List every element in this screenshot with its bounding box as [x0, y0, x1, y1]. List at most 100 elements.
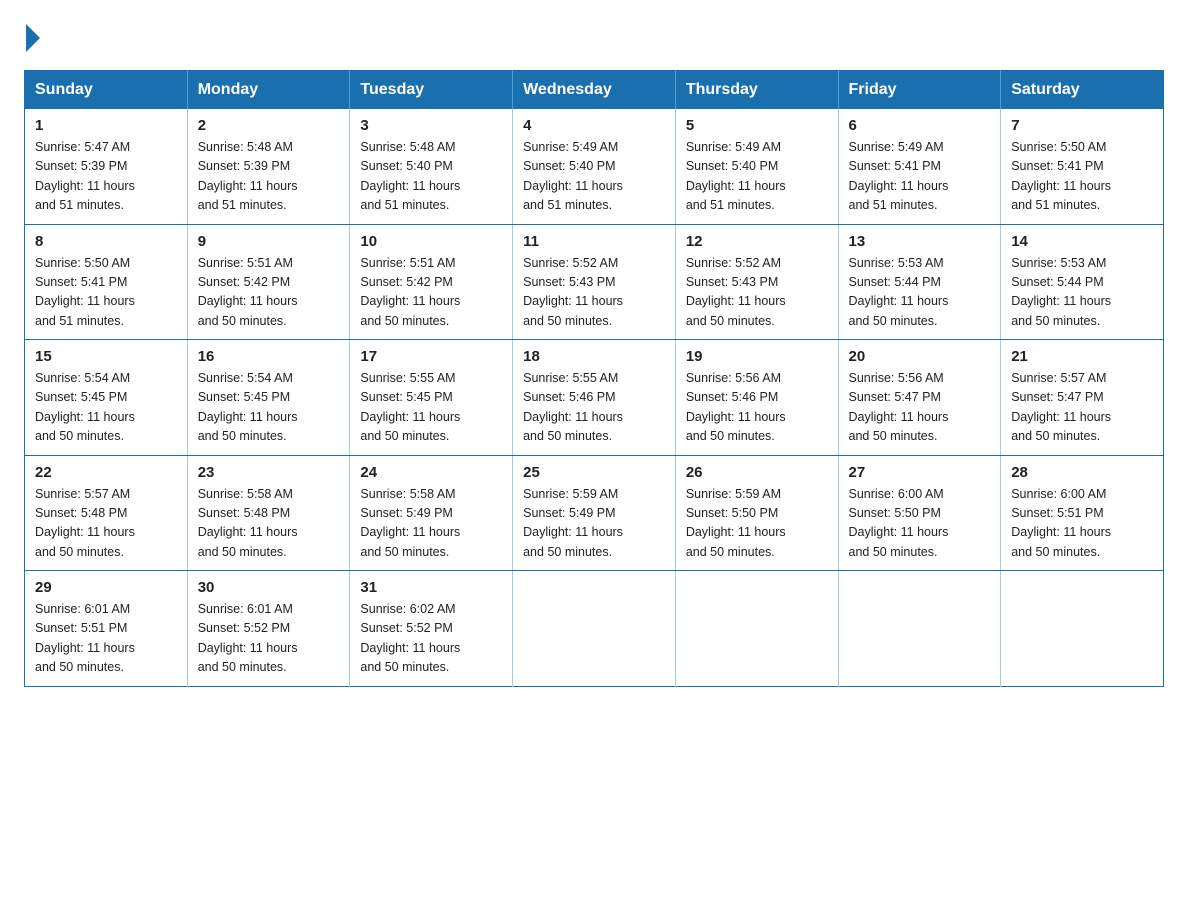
calendar-day-cell: 1 Sunrise: 5:47 AMSunset: 5:39 PMDayligh…	[25, 109, 188, 224]
day-number: 26	[686, 464, 828, 481]
day-number: 10	[360, 233, 502, 250]
day-number: 13	[849, 233, 991, 250]
day-info: Sunrise: 5:54 AMSunset: 5:45 PMDaylight:…	[198, 371, 298, 443]
calendar-header-saturday: Saturday	[1001, 71, 1164, 110]
calendar-day-cell: 26 Sunrise: 5:59 AMSunset: 5:50 PMDaylig…	[675, 455, 838, 571]
calendar-day-cell: 31 Sunrise: 6:02 AMSunset: 5:52 PMDaylig…	[350, 571, 513, 687]
day-number: 4	[523, 117, 665, 134]
day-number: 2	[198, 117, 340, 134]
calendar-week-row: 8 Sunrise: 5:50 AMSunset: 5:41 PMDayligh…	[25, 224, 1164, 340]
calendar-day-cell: 14 Sunrise: 5:53 AMSunset: 5:44 PMDaylig…	[1001, 224, 1164, 340]
calendar-day-cell: 21 Sunrise: 5:57 AMSunset: 5:47 PMDaylig…	[1001, 340, 1164, 456]
calendar-day-cell: 6 Sunrise: 5:49 AMSunset: 5:41 PMDayligh…	[838, 109, 1001, 224]
day-info: Sunrise: 5:52 AMSunset: 5:43 PMDaylight:…	[523, 256, 623, 328]
calendar-empty-cell	[513, 571, 676, 687]
day-number: 29	[35, 579, 177, 596]
day-number: 6	[849, 117, 991, 134]
day-info: Sunrise: 5:56 AMSunset: 5:46 PMDaylight:…	[686, 371, 786, 443]
calendar-empty-cell	[838, 571, 1001, 687]
day-number: 14	[1011, 233, 1153, 250]
calendar-day-cell: 30 Sunrise: 6:01 AMSunset: 5:52 PMDaylig…	[187, 571, 350, 687]
calendar-empty-cell	[675, 571, 838, 687]
day-info: Sunrise: 5:58 AMSunset: 5:48 PMDaylight:…	[198, 487, 298, 559]
calendar-day-cell: 29 Sunrise: 6:01 AMSunset: 5:51 PMDaylig…	[25, 571, 188, 687]
day-number: 22	[35, 464, 177, 481]
day-number: 8	[35, 233, 177, 250]
calendar-day-cell: 16 Sunrise: 5:54 AMSunset: 5:45 PMDaylig…	[187, 340, 350, 456]
calendar-header-monday: Monday	[187, 71, 350, 110]
calendar-week-row: 29 Sunrise: 6:01 AMSunset: 5:51 PMDaylig…	[25, 571, 1164, 687]
day-info: Sunrise: 5:47 AMSunset: 5:39 PMDaylight:…	[35, 140, 135, 212]
day-number: 11	[523, 233, 665, 250]
day-number: 18	[523, 348, 665, 365]
calendar-week-row: 15 Sunrise: 5:54 AMSunset: 5:45 PMDaylig…	[25, 340, 1164, 456]
calendar-header-sunday: Sunday	[25, 71, 188, 110]
day-info: Sunrise: 5:50 AMSunset: 5:41 PMDaylight:…	[1011, 140, 1111, 212]
day-number: 17	[360, 348, 502, 365]
calendar-day-cell: 10 Sunrise: 5:51 AMSunset: 5:42 PMDaylig…	[350, 224, 513, 340]
calendar-header-friday: Friday	[838, 71, 1001, 110]
calendar-day-cell: 27 Sunrise: 6:00 AMSunset: 5:50 PMDaylig…	[838, 455, 1001, 571]
day-info: Sunrise: 5:48 AMSunset: 5:39 PMDaylight:…	[198, 140, 298, 212]
day-number: 1	[35, 117, 177, 134]
calendar-day-cell: 17 Sunrise: 5:55 AMSunset: 5:45 PMDaylig…	[350, 340, 513, 456]
day-info: Sunrise: 6:00 AMSunset: 5:50 PMDaylight:…	[849, 487, 949, 559]
day-info: Sunrise: 5:51 AMSunset: 5:42 PMDaylight:…	[198, 256, 298, 328]
calendar-day-cell: 13 Sunrise: 5:53 AMSunset: 5:44 PMDaylig…	[838, 224, 1001, 340]
day-number: 23	[198, 464, 340, 481]
calendar-day-cell: 7 Sunrise: 5:50 AMSunset: 5:41 PMDayligh…	[1001, 109, 1164, 224]
day-info: Sunrise: 5:55 AMSunset: 5:45 PMDaylight:…	[360, 371, 460, 443]
day-info: Sunrise: 5:53 AMSunset: 5:44 PMDaylight:…	[1011, 256, 1111, 328]
calendar-header-thursday: Thursday	[675, 71, 838, 110]
day-info: Sunrise: 5:58 AMSunset: 5:49 PMDaylight:…	[360, 487, 460, 559]
calendar-day-cell: 11 Sunrise: 5:52 AMSunset: 5:43 PMDaylig…	[513, 224, 676, 340]
day-info: Sunrise: 5:48 AMSunset: 5:40 PMDaylight:…	[360, 140, 460, 212]
day-info: Sunrise: 5:53 AMSunset: 5:44 PMDaylight:…	[849, 256, 949, 328]
day-number: 27	[849, 464, 991, 481]
calendar-day-cell: 19 Sunrise: 5:56 AMSunset: 5:46 PMDaylig…	[675, 340, 838, 456]
day-info: Sunrise: 6:00 AMSunset: 5:51 PMDaylight:…	[1011, 487, 1111, 559]
day-info: Sunrise: 5:55 AMSunset: 5:46 PMDaylight:…	[523, 371, 623, 443]
day-number: 16	[198, 348, 340, 365]
calendar-day-cell: 20 Sunrise: 5:56 AMSunset: 5:47 PMDaylig…	[838, 340, 1001, 456]
day-info: Sunrise: 5:49 AMSunset: 5:40 PMDaylight:…	[523, 140, 623, 212]
calendar-day-cell: 23 Sunrise: 5:58 AMSunset: 5:48 PMDaylig…	[187, 455, 350, 571]
logo	[24, 24, 42, 52]
day-number: 25	[523, 464, 665, 481]
day-number: 9	[198, 233, 340, 250]
day-info: Sunrise: 5:54 AMSunset: 5:45 PMDaylight:…	[35, 371, 135, 443]
day-number: 5	[686, 117, 828, 134]
calendar-day-cell: 9 Sunrise: 5:51 AMSunset: 5:42 PMDayligh…	[187, 224, 350, 340]
calendar-day-cell: 3 Sunrise: 5:48 AMSunset: 5:40 PMDayligh…	[350, 109, 513, 224]
day-number: 30	[198, 579, 340, 596]
calendar-day-cell: 4 Sunrise: 5:49 AMSunset: 5:40 PMDayligh…	[513, 109, 676, 224]
calendar-day-cell: 2 Sunrise: 5:48 AMSunset: 5:39 PMDayligh…	[187, 109, 350, 224]
logo-triangle-icon	[26, 24, 40, 52]
day-info: Sunrise: 6:01 AMSunset: 5:51 PMDaylight:…	[35, 602, 135, 674]
day-info: Sunrise: 5:50 AMSunset: 5:41 PMDaylight:…	[35, 256, 135, 328]
day-number: 28	[1011, 464, 1153, 481]
calendar-day-cell: 12 Sunrise: 5:52 AMSunset: 5:43 PMDaylig…	[675, 224, 838, 340]
day-info: Sunrise: 5:56 AMSunset: 5:47 PMDaylight:…	[849, 371, 949, 443]
calendar-day-cell: 24 Sunrise: 5:58 AMSunset: 5:49 PMDaylig…	[350, 455, 513, 571]
calendar-day-cell: 28 Sunrise: 6:00 AMSunset: 5:51 PMDaylig…	[1001, 455, 1164, 571]
day-info: Sunrise: 6:01 AMSunset: 5:52 PMDaylight:…	[198, 602, 298, 674]
calendar-header-tuesday: Tuesday	[350, 71, 513, 110]
day-info: Sunrise: 5:57 AMSunset: 5:48 PMDaylight:…	[35, 487, 135, 559]
calendar-week-row: 1 Sunrise: 5:47 AMSunset: 5:39 PMDayligh…	[25, 109, 1164, 224]
page-header	[24, 24, 1164, 52]
calendar-day-cell: 5 Sunrise: 5:49 AMSunset: 5:40 PMDayligh…	[675, 109, 838, 224]
calendar-day-cell: 22 Sunrise: 5:57 AMSunset: 5:48 PMDaylig…	[25, 455, 188, 571]
day-number: 31	[360, 579, 502, 596]
day-number: 24	[360, 464, 502, 481]
day-info: Sunrise: 5:59 AMSunset: 5:50 PMDaylight:…	[686, 487, 786, 559]
day-number: 15	[35, 348, 177, 365]
day-number: 19	[686, 348, 828, 365]
day-info: Sunrise: 6:02 AMSunset: 5:52 PMDaylight:…	[360, 602, 460, 674]
calendar-day-cell: 25 Sunrise: 5:59 AMSunset: 5:49 PMDaylig…	[513, 455, 676, 571]
day-number: 3	[360, 117, 502, 134]
day-number: 12	[686, 233, 828, 250]
day-info: Sunrise: 5:49 AMSunset: 5:41 PMDaylight:…	[849, 140, 949, 212]
calendar-day-cell: 15 Sunrise: 5:54 AMSunset: 5:45 PMDaylig…	[25, 340, 188, 456]
calendar-day-cell: 18 Sunrise: 5:55 AMSunset: 5:46 PMDaylig…	[513, 340, 676, 456]
